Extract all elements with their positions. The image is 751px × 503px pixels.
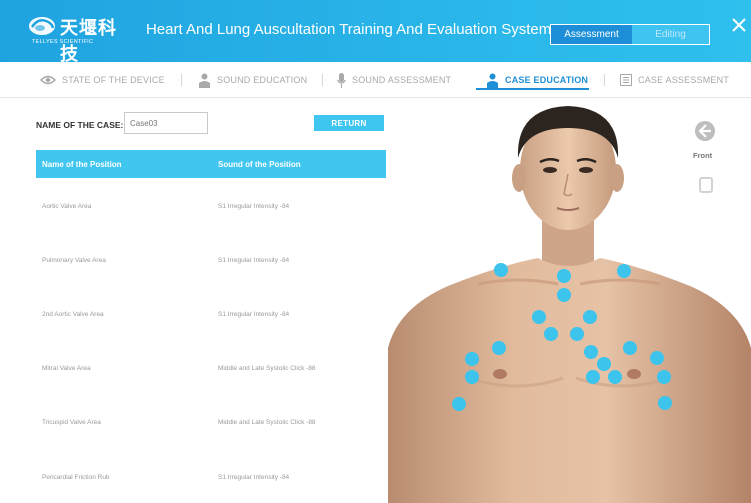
auscultation-point[interactable] xyxy=(608,370,622,384)
tab-label: CASE EDUCATION xyxy=(505,75,589,85)
positions-table: Aortic Valve Area S1 Irregular Intensity… xyxy=(36,178,386,503)
position-sound-cell: S1 Irregular Intensity -84 xyxy=(218,311,290,318)
title-bar: 天堰科技 TELLYES SCIENTIFIC Heart And Lung A… xyxy=(0,0,751,65)
body-model-panel: Front xyxy=(388,98,751,503)
position-name-cell: 2nd Aortic Valve Area xyxy=(42,311,104,318)
table-row[interactable]: Pulmonary Valve Area S1 Irregular Intens… xyxy=(36,232,386,286)
table-header: Name of the Position Sound of the Positi… xyxy=(36,150,386,178)
auscultation-point[interactable] xyxy=(617,264,631,278)
auscultation-point[interactable] xyxy=(583,310,597,324)
auscultation-point[interactable] xyxy=(532,310,546,324)
table-row[interactable]: Mitral Valve Area Middle and Late Systol… xyxy=(36,340,386,394)
tab-label: CASE ASSESSMENT xyxy=(638,75,730,85)
auscultation-point[interactable] xyxy=(597,357,611,371)
position-sound-cell: Middle and Late Systolic Click -88 xyxy=(218,419,316,426)
position-sound-cell: S1 Irregular Intensity -84 xyxy=(218,474,290,481)
doctor-icon xyxy=(487,73,498,88)
auscultation-point[interactable] xyxy=(465,352,479,366)
position-name-cell: Mitral Valve Area xyxy=(42,365,91,372)
case-name-label: NAME OF THE CASE: xyxy=(36,120,124,130)
close-icon[interactable] xyxy=(731,17,747,33)
tab-sound-education[interactable]: SOUND EDUCATION xyxy=(198,62,307,98)
editing-mode-button[interactable]: Editing xyxy=(632,25,709,44)
column-header-position: Name of the Position xyxy=(42,160,122,169)
microphone-icon xyxy=(337,72,346,88)
case-name-field[interactable] xyxy=(124,112,208,134)
auscultation-point[interactable] xyxy=(657,370,671,384)
tab-state-of-the-device[interactable]: STATE OF THE DEVICE xyxy=(40,62,165,98)
auscultation-point[interactable] xyxy=(452,397,466,411)
position-name-cell: Pulmonary Valve Area xyxy=(42,257,106,264)
tab-label: SOUND ASSESSMENT xyxy=(352,75,452,85)
auscultation-point[interactable] xyxy=(658,396,672,410)
auscultation-point[interactable] xyxy=(492,341,506,355)
tab-label: STATE OF THE DEVICE xyxy=(62,75,165,85)
app-window: 天堰科技 TELLYES SCIENTIFIC Heart And Lung A… xyxy=(0,0,751,503)
auscultation-point[interactable] xyxy=(570,327,584,341)
tab-label: SOUND EDUCATION xyxy=(217,75,308,85)
position-sound-cell: S1 Irregular Intensity -84 xyxy=(218,257,290,264)
active-tab-indicator xyxy=(476,88,589,90)
tab-sound-assessment[interactable]: SOUND ASSESSMENT xyxy=(337,62,451,98)
auscultation-point[interactable] xyxy=(494,263,508,277)
auscultation-point[interactable] xyxy=(465,370,479,384)
doctor-icon xyxy=(199,73,210,88)
table-row[interactable]: Tricuspid Valve Area Middle and Late Sys… xyxy=(36,394,386,448)
position-name-cell: Aortic Valve Area xyxy=(42,203,92,210)
app-title: Heart And Lung Auscultation Training And… xyxy=(146,21,552,38)
front-view-label: Front xyxy=(693,151,713,160)
tab-separator xyxy=(604,74,605,86)
table-row[interactable]: Pericardial Friction Rub S1 Irregular In… xyxy=(36,448,386,502)
tab-case-education[interactable]: CASE EDUCATION xyxy=(486,62,588,98)
mode-switch: Assessment Editing xyxy=(550,24,710,45)
auscultation-point[interactable] xyxy=(557,269,571,283)
tab-case-assessment[interactable]: CASE ASSESSMENT xyxy=(620,62,729,98)
position-sound-cell: Middle and Late Systolic Click -88 xyxy=(218,365,316,372)
auscultation-point[interactable] xyxy=(584,345,598,359)
nav-tabs: STATE OF THE DEVICE SOUND EDUCATION SOUN… xyxy=(0,62,751,98)
tab-separator xyxy=(181,74,182,86)
auscultation-point[interactable] xyxy=(623,341,637,355)
position-name-cell: Tricuspid Valve Area xyxy=(42,419,101,426)
assessment-mode-button[interactable]: Assessment xyxy=(551,25,632,44)
return-button[interactable]: RETURN xyxy=(314,115,384,131)
auscultation-point[interactable] xyxy=(557,288,571,302)
position-name-cell: Pericardial Friction Rub xyxy=(42,474,110,481)
back-view-icon[interactable] xyxy=(699,177,713,193)
table-row[interactable]: Aortic Valve Area S1 Irregular Intensity… xyxy=(36,178,386,232)
eye-icon xyxy=(40,75,56,85)
logo-icon xyxy=(29,17,55,35)
column-header-sound: Sound of the Position xyxy=(218,160,301,169)
case-panel: NAME OF THE CASE: RETURN Name of the Pos… xyxy=(0,98,388,503)
table-row[interactable]: 2nd Aortic Valve Area S1 Irregular Inten… xyxy=(36,286,386,340)
auscultation-point[interactable] xyxy=(544,327,558,341)
auscultation-point[interactable] xyxy=(650,351,664,365)
logo: 天堰科技 TELLYES SCIENTIFIC xyxy=(28,14,128,65)
logo-english-text: TELLYES SCIENTIFIC xyxy=(32,39,94,45)
auscultation-point[interactable] xyxy=(586,370,600,384)
position-sound-cell: S1 Irregular Intensity -84 xyxy=(218,203,290,210)
tab-separator xyxy=(322,74,323,86)
list-icon xyxy=(620,74,632,86)
front-view-icon[interactable] xyxy=(694,120,716,142)
